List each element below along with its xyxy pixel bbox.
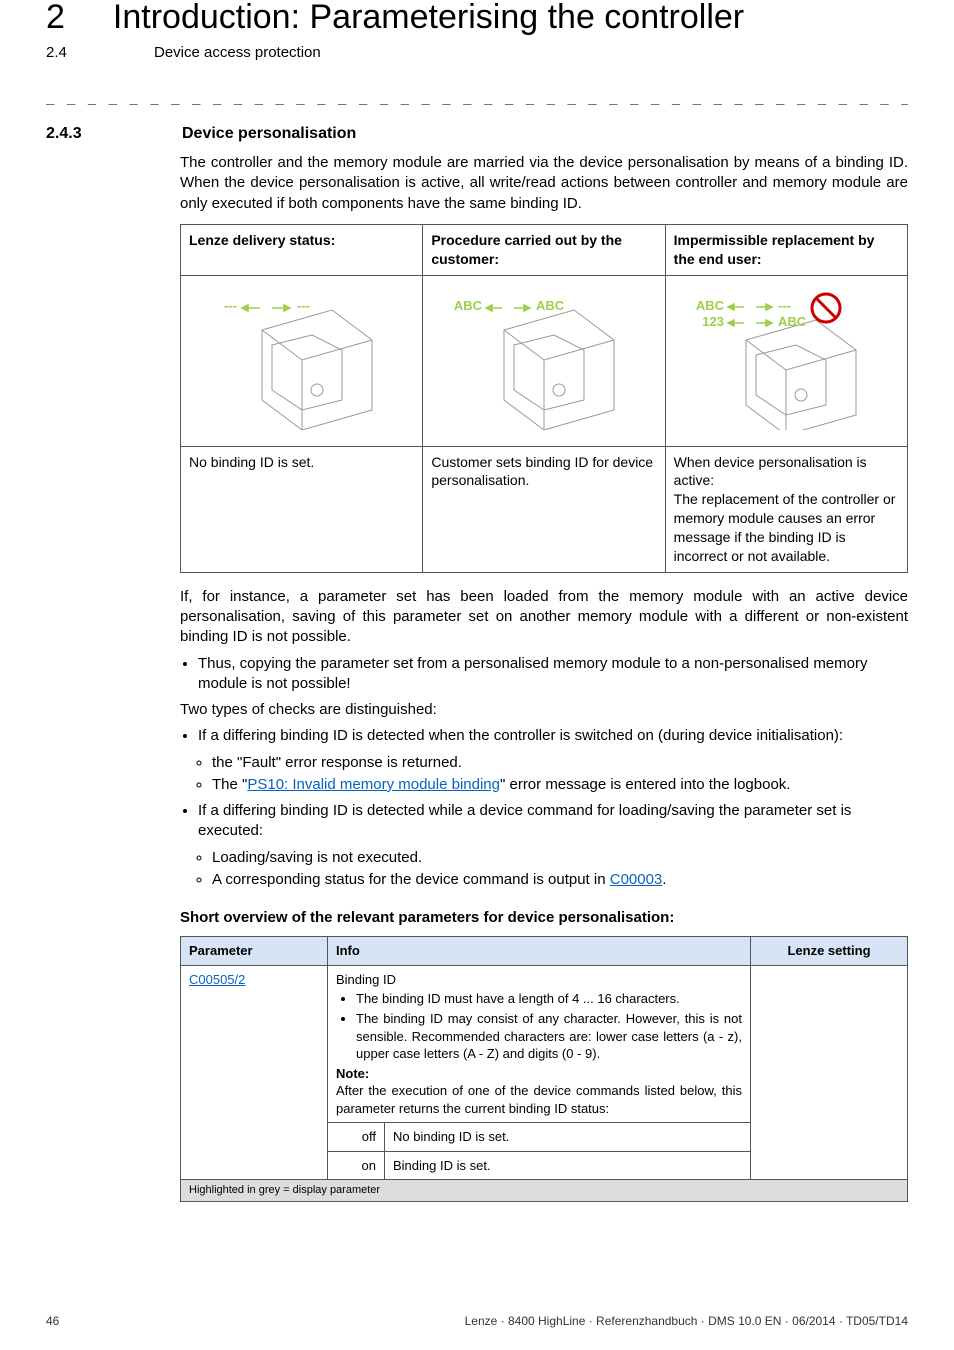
check1b: The "PS10: Invalid memory module binding…: [212, 775, 908, 795]
param-subhead: Short overview of the relevant parameter…: [180, 908, 908, 928]
off-label: off: [328, 1123, 385, 1152]
illus-head-1: Lenze delivery status:: [181, 224, 423, 275]
th-parameter: Parameter: [181, 937, 328, 966]
on-label: on: [328, 1151, 385, 1180]
check2a: Loading/saving is not executed.: [212, 848, 908, 868]
illus-desc-2: Customer sets binding ID for device pers…: [423, 446, 665, 572]
th-lenze: Lenze setting: [751, 937, 908, 966]
svg-text:ABC: ABC: [696, 298, 725, 313]
link-c00505-2[interactable]: C00505/2: [189, 972, 245, 987]
section-title: Device access protection: [154, 44, 321, 61]
illus-head-3: Impermissible replacement by the end use…: [665, 224, 907, 275]
svg-text:---: ---: [224, 298, 237, 313]
illustration-table: Lenze delivery status: Procedure carried…: [180, 224, 908, 573]
svg-text:ABC: ABC: [536, 298, 565, 313]
footer-doc-info: Lenze · 8400 HighLine · Referenzhandbuch…: [465, 1314, 908, 1328]
illus-figure-2: ABC ABC: [431, 282, 656, 440]
on-text: Binding ID is set.: [385, 1151, 751, 1180]
page-number: 46: [46, 1314, 59, 1328]
section-number: 2.4: [46, 44, 106, 61]
two-types-intro: Two types of checks are distinguished:: [180, 700, 908, 720]
illus-desc-1: No binding ID is set.: [181, 446, 423, 572]
link-c00003[interactable]: C00003: [610, 871, 663, 888]
svg-text:---: ---: [297, 298, 310, 313]
th-info: Info: [328, 937, 751, 966]
check2b: A corresponding status for the device co…: [212, 870, 908, 890]
cross-icon: [812, 294, 840, 322]
svg-text:ABC: ABC: [778, 314, 807, 329]
illus-figure-1: --- ---: [189, 282, 414, 440]
subsection-title: Device personalisation: [182, 125, 356, 143]
parameter-table: Parameter Info Lenze setting C00505/2 Bi…: [180, 936, 908, 1202]
para-after-table: If, for instance, a parameter set has be…: [180, 587, 908, 648]
svg-text:ABC: ABC: [454, 298, 483, 313]
divider-dashes: _ _ _ _ _ _ _ _ _ _ _ _ _ _ _ _ _ _ _ _ …: [46, 89, 908, 105]
lenze-setting-cell: [751, 965, 908, 1179]
info-cell: Binding ID The binding ID must have a le…: [328, 965, 751, 1122]
bullet-copy: Thus, copying the parameter set from a p…: [198, 654, 908, 695]
intro-paragraph: The controller and the memory module are…: [180, 153, 908, 214]
check2: If a differing binding ID is detected wh…: [198, 802, 851, 839]
chapter-number: 2: [46, 0, 65, 34]
link-ps10[interactable]: PS10: Invalid memory module binding: [247, 776, 500, 793]
off-text: No binding ID is set.: [385, 1123, 751, 1152]
illus-figure-3: ABC --- 123 ABC: [674, 282, 899, 440]
chapter-title: Introduction: Parameterising the control…: [113, 0, 744, 34]
illus-desc-3: When device personalisation is active: T…: [665, 446, 907, 572]
check1a: the "Fault" error response is returned.: [212, 753, 908, 773]
subsection-number: 2.4.3: [46, 125, 134, 143]
illus-head-2: Procedure carried out by the customer:: [423, 224, 665, 275]
table-footnote: Highlighted in grey = display parameter: [181, 1180, 908, 1202]
check1: If a differing binding ID is detected wh…: [198, 727, 843, 744]
svg-text:---: ---: [778, 298, 791, 313]
svg-text:123: 123: [703, 314, 725, 329]
